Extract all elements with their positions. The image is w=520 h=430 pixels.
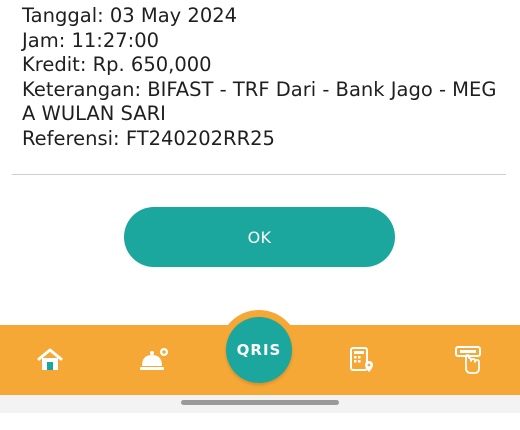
nav-home[interactable] [20,325,80,395]
service-bell-icon [140,348,168,370]
bill-location-icon [350,347,373,372]
transaction-description-line-1: Keterangan: BIFAST - TRF Dari - Bank Jag… [22,77,497,101]
transaction-description-line-2: A WULAN SARI [22,102,166,126]
nav-service[interactable] [124,325,184,395]
ok-button[interactable]: OK [124,207,395,267]
transaction-details: Tanggal: 03 May 2024 Jam: 11:27:00 Kredi… [22,4,502,152]
transaction-credit: Kredit: Rp. 650,000 [22,53,212,77]
nav-bill-location[interactable] [331,325,391,395]
transaction-detail-screen: Tanggal: 03 May 2024 Jam: 11:27:00 Kredi… [0,0,520,430]
qris-icon: QRIS [226,317,292,383]
atm-cardless-icon [455,346,481,374]
transaction-reference: Referensi: FT240202RR25 [22,126,275,150]
transaction-date: Tanggal: 03 May 2024 [22,4,238,27]
home-indicator[interactable] [181,400,339,405]
qris-button[interactable]: QRIS [219,310,299,390]
nav-atm[interactable] [439,325,499,395]
transaction-time: Jam: 11:27:00 [22,28,160,52]
divider [12,174,506,175]
home-icon [37,348,63,370]
